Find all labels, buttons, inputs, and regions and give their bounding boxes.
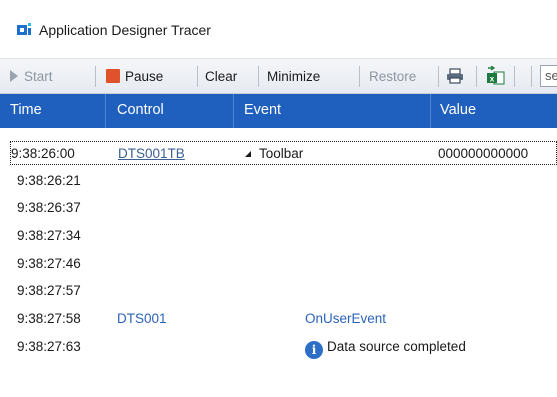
table-row[interactable]: 9:38:27:46 (0, 252, 557, 279)
toolbar: Start Pause Clear Minimize Restore x s (0, 58, 557, 94)
column-divider[interactable] (430, 94, 431, 128)
svg-text:x: x (490, 75, 495, 84)
column-header-time[interactable]: Time (10, 94, 42, 128)
table-row[interactable]: 9:38:26:21 (0, 169, 557, 196)
clear-label: Clear (205, 68, 238, 84)
app-designer-icon (17, 23, 31, 35)
toolbar-divider (514, 66, 515, 87)
window-title: Application Designer Tracer (39, 22, 211, 38)
toolbar-divider (438, 66, 439, 87)
column-header-control[interactable]: Control (117, 94, 164, 128)
info-icon: i (305, 341, 323, 359)
collapse-triangle-icon[interactable] (245, 151, 251, 157)
toolbar-divider (531, 66, 532, 87)
pause-icon (106, 69, 120, 83)
grid-header: Time Control Event Value (0, 94, 557, 128)
table-row[interactable]: 9:38:27:57 (0, 279, 557, 306)
table-row[interactable]: 9:38:26:00 DTS001TB Toolbar 000000000000 (10, 141, 557, 165)
pause-label: Pause (125, 68, 164, 84)
row-event: i Data source completed (305, 335, 466, 359)
table-row[interactable]: 9:38:27:34 (0, 224, 557, 251)
start-label: Start (24, 68, 53, 84)
play-icon (10, 70, 18, 82)
row-time: 9:38:27:63 (17, 339, 81, 354)
row-control[interactable]: DTS001 (117, 307, 167, 331)
table-row[interactable]: 9:38:27:58 DTS001 OnUserEvent (0, 307, 557, 334)
row-value: 000000000000 (438, 146, 529, 161)
toolbar-divider (258, 66, 259, 87)
row-event[interactable]: OnUserEvent (305, 307, 386, 331)
row-time: 9:38:26:00 (11, 146, 75, 161)
toolbar-divider (476, 66, 477, 87)
row-time: 9:38:26:21 (17, 173, 81, 188)
minimize-button[interactable]: Minimize (267, 59, 320, 93)
row-control[interactable]: DTS001TB (118, 142, 185, 166)
column-header-event[interactable]: Event (244, 94, 281, 128)
row-time: 9:38:27:58 (17, 311, 81, 326)
column-divider[interactable] (105, 94, 106, 128)
restore-button[interactable]: Restore (369, 59, 416, 93)
row-time: 9:38:26:37 (17, 200, 81, 215)
start-button[interactable]: Start (10, 59, 53, 93)
row-time: 9:38:27:57 (17, 283, 81, 298)
column-divider[interactable] (233, 94, 234, 128)
toolbar-divider (359, 66, 360, 87)
row-event: Toolbar (245, 142, 303, 166)
title-bar: Application Designer Tracer (0, 0, 557, 58)
printer-icon (447, 68, 463, 84)
row-event-label: Toolbar (259, 146, 304, 161)
print-button[interactable] (446, 59, 464, 93)
column-header-value[interactable]: Value (440, 94, 476, 128)
row-event-message: Data source completed (327, 339, 466, 354)
toolbar-divider (197, 66, 198, 87)
table-row[interactable]: 9:38:27:63 i Data source completed (0, 335, 557, 362)
tracer-window: Application Designer Tracer Start Pause … (0, 0, 557, 397)
row-time: 9:38:27:34 (17, 228, 81, 243)
clear-button[interactable]: Clear (205, 59, 237, 93)
excel-export-button[interactable]: x (485, 59, 505, 93)
excel-export-icon: x (487, 66, 505, 85)
toolbar-divider (95, 66, 96, 87)
pause-button[interactable]: Pause (106, 59, 163, 93)
search-input[interactable]: se (540, 65, 557, 87)
row-time: 9:38:27:46 (17, 256, 81, 271)
minimize-label: Minimize (267, 68, 321, 84)
restore-label: Restore (369, 68, 417, 84)
table-row[interactable]: 9:38:26:37 (0, 196, 557, 223)
